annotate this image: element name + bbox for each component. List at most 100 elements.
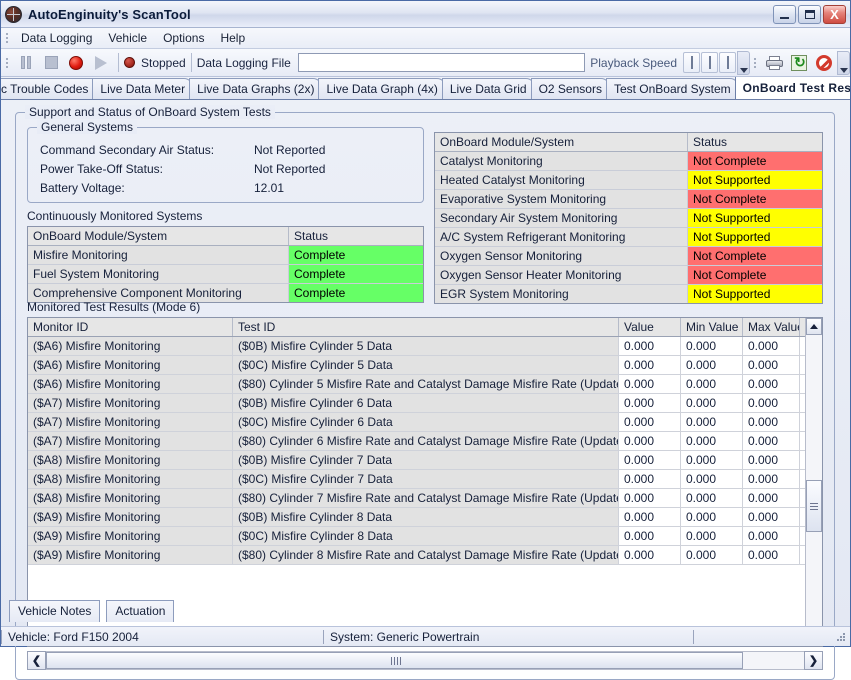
tab-live-data-graphs-2x[interactable]: Live Data Graphs (2x) [189,78,323,99]
column-header-module-system[interactable]: OnBoard Module/System [435,133,688,151]
table-row[interactable]: Misfire Monitoring Complete [28,246,423,265]
print-button[interactable] [762,51,786,74]
column-header-module-system[interactable]: OnBoard Module/System [28,227,289,245]
table-row[interactable]: ($A9) Misfire Monitoring ($0B) Misfire C… [28,508,822,527]
tab-test-onboard-system[interactable]: Test OnBoard System [605,78,739,99]
application-window: AutoEnginuity's ScanTool X Data Logging … [0,0,851,680]
table-row[interactable]: ($A9) Misfire Monitoring ($0C) Misfire C… [28,527,822,546]
close-button[interactable]: X [823,4,846,24]
onboard-tests-groupbox-title: Support and Status of OnBoard System Tes… [25,105,275,119]
table-row[interactable]: Oxygen Sensor Monitoring Not Complete [435,247,822,266]
min-value-cell: 0.000 [681,394,743,412]
column-header-monitor-id[interactable]: Monitor ID [28,318,233,336]
noncontinuous-monitored-section: OnBoard Module/System Status Catalyst Mo… [434,132,823,304]
table-row[interactable]: Evaporative System Monitoring Not Complet… [435,190,822,209]
menu-item-data-logging[interactable]: Data Logging [13,29,100,47]
play-button[interactable] [89,51,113,74]
toolbar-overflow-button-left[interactable] [737,50,750,75]
tab-diagnostic-trouble-codes[interactable]: c Trouble Codes [1,78,97,99]
min-value-cell: 0.000 [681,356,743,374]
column-header-status[interactable]: Status [688,133,822,151]
table-row[interactable]: ($A9) Misfire Monitoring ($80) Cylinder … [28,546,822,565]
table-row[interactable]: ($A6) Misfire Monitoring ($0B) Misfire C… [28,337,822,356]
results-vertical-scrollbar[interactable] [805,318,822,646]
menu-bar: Data Logging Vehicle Options Help [1,28,850,49]
power-take-off-status-value: Not Reported [254,161,326,176]
table-row[interactable]: ($A7) Misfire Monitoring ($80) Cylinder … [28,432,822,451]
general-systems-groupbox: General Systems Command Secondary Air St… [27,120,424,203]
scroll-up-button[interactable] [806,318,822,335]
stop-button[interactable] [39,51,63,74]
scroll-thumb-horizontal[interactable] [46,652,744,669]
tab-onboard-test-results[interactable]: OnBoard Test Results [734,77,850,99]
tab-live-data-meter[interactable]: Live Data Meter [92,78,194,99]
tab-o2-sensors[interactable]: O2 Sensors [530,78,610,99]
table-row[interactable]: A/C System Refrigerant Monitoring Not Sup… [435,228,822,247]
pause-button[interactable] [14,51,38,74]
max-value-cell: 0.000 [743,394,800,412]
tab-live-data-grid[interactable]: Live Data Grid [441,78,535,99]
table-row[interactable]: ($A8) Misfire Monitoring ($0B) Misfire C… [28,451,822,470]
resize-grip-icon[interactable] [835,631,847,643]
status-badge: Complete [289,246,423,264]
column-header-test-id[interactable]: Test ID [233,318,619,336]
column-header-status[interactable]: Status [289,227,423,245]
scroll-left-button[interactable]: ❮ [27,651,46,670]
table-row[interactable]: Oxygen Sensor Heater Monitoring Not Compl… [435,266,822,285]
menu-item-options[interactable]: Options [155,29,212,47]
scroll-track-horizontal[interactable] [46,651,804,670]
refresh-button[interactable] [787,51,811,74]
no-entry-icon [816,54,832,71]
record-button[interactable] [64,51,88,74]
tab-live-data-graph-4x[interactable]: Live Data Graph (4x) [318,78,446,99]
client-area: Support and Status of OnBoard System Tes… [1,100,850,680]
toolbar-overflow-button-right[interactable] [837,50,850,75]
toolbar-drag-handle[interactable] [3,55,10,70]
abort-button[interactable] [812,51,836,74]
table-row[interactable]: ($A7) Misfire Monitoring ($0C) Misfire C… [28,413,822,432]
scroll-track[interactable] [806,335,822,629]
column-header-min-value[interactable]: Min Value [681,318,743,336]
menu-item-vehicle[interactable]: Vehicle [100,29,155,47]
playback-speed-button-1[interactable] [683,52,700,73]
status-vehicle: Vehicle: Ford F150 2004 [1,629,323,644]
tab-vehicle-notes[interactable]: Vehicle Notes [9,600,101,622]
column-header-max-value[interactable]: Max Value [743,318,800,336]
table-row[interactable]: ($A6) Misfire Monitoring ($0C) Misfire C… [28,356,822,375]
table-row[interactable]: ($A7) Misfire Monitoring ($0B) Misfire C… [28,394,822,413]
table-row[interactable]: ($A6) Misfire Monitoring ($80) Cylinder … [28,375,822,394]
tab-actuation[interactable]: Actuation [106,600,175,622]
min-value-cell: 0.000 [681,375,743,393]
value-cell: 0.000 [619,489,681,507]
continuously-monitored-title: Continuously Monitored Systems [27,209,203,223]
max-value-cell: 0.000 [743,489,800,507]
results-horizontal-scrollbar[interactable]: ❮ ❯ [27,651,823,670]
menu-drag-handle[interactable] [3,31,10,46]
app-gear-icon [5,5,22,23]
toolbar-separator [118,53,119,72]
table-row[interactable]: Secondary Air System Monitoring Not Suppo… [435,209,822,228]
table-row[interactable]: ($A8) Misfire Monitoring ($0C) Misfire C… [28,470,822,489]
pause-icon [21,56,31,69]
playback-speed-button-2[interactable] [701,52,718,73]
data-logging-file-input[interactable] [297,53,586,72]
scroll-right-button[interactable]: ❯ [804,651,823,670]
module-name: Fuel System Monitoring [28,265,289,283]
max-value-cell: 0.000 [743,527,800,545]
maximize-button[interactable] [798,4,821,24]
table-row[interactable]: ($A8) Misfire Monitoring ($80) Cylinder … [28,489,822,508]
value-cell: 0.000 [619,356,681,374]
table-row[interactable]: Fuel System Monitoring Complete [28,265,423,284]
toolbar-drag-handle-2[interactable] [751,55,758,70]
minimize-button[interactable] [773,4,796,24]
scroll-thumb[interactable] [806,480,822,532]
playback-speed-button-3[interactable] [719,52,736,73]
min-value-cell: 0.000 [681,508,743,526]
table-row[interactable]: Heated Catalyst Monitoring Not Supported [435,171,822,190]
column-header-value[interactable]: Value [619,318,681,336]
table-row[interactable]: Catalyst Monitoring Not Complete [435,152,822,171]
status-badge: Not Complete [688,266,822,284]
value-cell: 0.000 [619,337,681,355]
test-id-cell: ($80) Cylinder 6 Misfire Rate and Cataly… [233,432,619,450]
menu-item-help[interactable]: Help [212,29,253,47]
